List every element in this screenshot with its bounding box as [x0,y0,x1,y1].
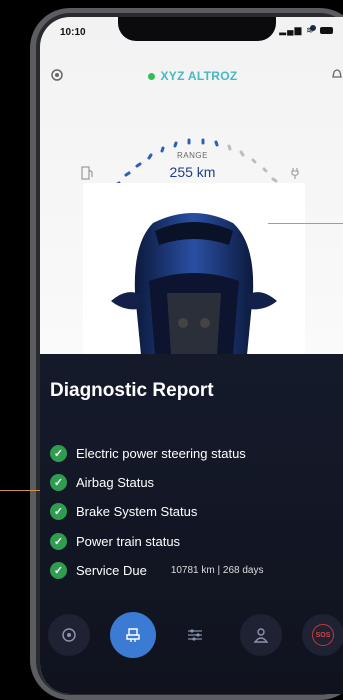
service-due-detail: 10781 km | 268 days [170,564,264,576]
nav-steering-button[interactable] [48,614,90,656]
status-time: 10:10 [60,27,86,38]
check-icon: ✓ [50,502,67,520]
bottom-navbar: SOS [40,606,343,662]
phone-notch [118,17,316,41]
check-icon: ✓ [50,532,67,550]
range-label: RANGE [177,151,208,160]
sliders-icon [188,629,202,641]
car-name-text: XYZ ALTROZ [160,69,238,83]
wifi-icon: ≋ [305,25,315,35]
callout-line-left [0,490,40,491]
diagnostic-item-brake[interactable]: ✓ Brake System Status [50,501,197,521]
diagnostic-title: Diagnostic Report [50,380,214,401]
car-name[interactable]: XYZ ALTROZ [40,69,343,83]
battery-icon [320,27,333,35]
diagnostic-item-label: Brake System Status [76,503,198,519]
diagnostic-item-airbag[interactable]: ✓ Airbag Status [50,472,154,492]
car-seat-icon [126,628,140,642]
check-icon: ✓ [50,444,67,462]
nav-sos-button[interactable]: SOS [302,614,343,656]
sos-icon: SOS [312,624,334,646]
nav-seat-button[interactable] [110,612,156,658]
car-image[interactable] [83,183,305,355]
callout-line-right [268,223,343,224]
diagnostic-item-steering[interactable]: ✓ Electric power steering status [50,443,246,463]
diagnostic-item-label: Airbag Status [76,474,155,490]
connection-status-dot [147,73,155,81]
app-screen: 10:10 ▂▄▆ ≋ XYZ ALTROZ RANGE 255 km Diag… [40,17,343,694]
check-icon: ✓ [50,473,67,491]
diagnostic-item-label: Electric power steering status [76,445,246,461]
signal-icon: ▂▄▆ [279,25,303,35]
diagnostic-item-label: Power train status [76,533,181,549]
diagnostic-panel: Diagnostic Report ✓ Electric power steer… [40,354,343,694]
check-icon: ✓ [50,561,67,579]
range-value: 255 km [169,164,216,180]
nav-profile-button[interactable] [240,614,282,656]
diagnostic-item-label: Service Due [76,562,147,578]
status-icons: ▂▄▆ ≋ [279,25,333,36]
nav-settings-button[interactable] [174,614,216,656]
diagnostic-item-service[interactable]: ✓ Service Due 10781 km | 268 days [50,560,263,580]
user-icon [253,628,269,643]
steering-wheel-icon [62,628,76,642]
diagnostic-item-powertrain[interactable]: ✓ Power train status [50,531,180,551]
